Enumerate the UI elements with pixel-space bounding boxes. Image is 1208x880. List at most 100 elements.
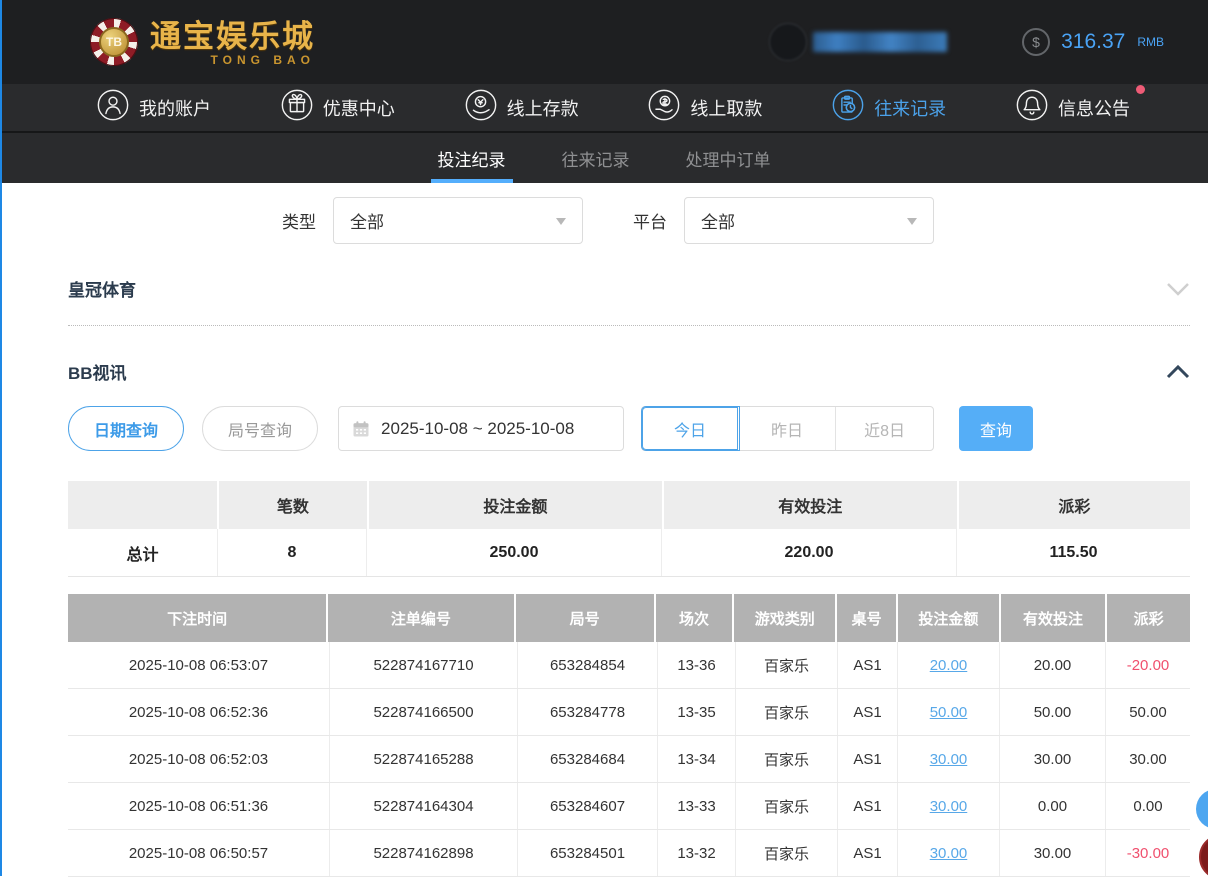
table-cell: AS1 xyxy=(838,642,898,688)
withdraw-icon xyxy=(647,88,681,127)
bell-icon xyxy=(1015,88,1049,127)
tab[interactable]: 投注纪录 xyxy=(438,133,506,183)
table-cell: 30.00 xyxy=(1000,736,1106,782)
bet-amount-link[interactable]: 30.00 xyxy=(930,798,968,815)
table-cell: 30.00 xyxy=(898,736,1000,782)
brand-logo[interactable]: TB 通宝娱乐城 TONG BAO xyxy=(90,18,315,66)
table-cell: 50.00 xyxy=(898,689,1000,735)
user-icon xyxy=(96,88,130,127)
table-row: 2025-10-08 06:50:57522874162898653284501… xyxy=(68,830,1190,877)
table-cell: 653284778 xyxy=(518,689,658,735)
table-cell: 20.00 xyxy=(1000,642,1106,688)
tab[interactable]: 往来记录 xyxy=(562,133,630,183)
quick-date-group: 今日昨日近8日 xyxy=(641,406,934,451)
bets-body: 2025-10-08 06:53:07522874167710653284854… xyxy=(68,642,1190,877)
table-row: 2025-10-08 06:52:03522874165288653284684… xyxy=(68,736,1190,783)
bet-amount-link[interactable]: 30.00 xyxy=(930,751,968,768)
table-cell: 2025-10-08 06:50:57 xyxy=(68,830,330,876)
cell-value: 百家乐 xyxy=(764,702,809,723)
nav-item-label: 线上取款 xyxy=(690,95,762,121)
cell-value: 13-36 xyxy=(677,657,715,674)
quick-date-button[interactable]: 近8日 xyxy=(836,407,933,450)
nav-item[interactable]: 信息公告 xyxy=(1015,88,1130,127)
cell-value: 653284854 xyxy=(550,657,625,674)
summary-cell: 总计 xyxy=(68,529,218,576)
cell-value: 百家乐 xyxy=(764,749,809,770)
cell-value: 2025-10-08 06:52:03 xyxy=(129,751,268,768)
date-range-value: 2025-10-08 ~ 2025-10-08 xyxy=(381,419,574,439)
bets-col-header: 下注时间 xyxy=(68,594,326,642)
summary-col-header: 笔数 xyxy=(219,481,367,529)
bets-table: 下注时间注单编号局号场次游戏类别桌号投注金额有效投注派彩 2025-10-08 … xyxy=(68,594,1190,877)
calendar-icon xyxy=(352,420,370,438)
summary-cell: 8 xyxy=(218,529,367,576)
casino-chip-icon: TB xyxy=(90,18,138,66)
table-cell: 653284854 xyxy=(518,642,658,688)
nav-item[interactable]: 线上取款 xyxy=(647,88,762,127)
payout-value: -30.00 xyxy=(1127,845,1170,862)
nav-item[interactable]: 优惠中心 xyxy=(280,88,395,127)
nav-item-label: 优惠中心 xyxy=(323,95,395,121)
date-range-input[interactable]: 2025-10-08 ~ 2025-10-08 xyxy=(338,406,624,451)
search-button[interactable]: 查询 xyxy=(959,406,1033,451)
platform-filter-label: 平台 xyxy=(633,208,667,233)
summary-col-header: 投注金额 xyxy=(369,481,662,529)
platform-select[interactable]: 全部 xyxy=(684,197,934,244)
tab[interactable]: 处理中订单 xyxy=(686,133,771,183)
deposit-icon xyxy=(464,88,498,127)
table-cell: 0.00 xyxy=(1106,783,1190,829)
table-cell: -30.00 xyxy=(1106,830,1190,876)
cell-value: 13-32 xyxy=(677,845,715,862)
nav-item-label: 往来记录 xyxy=(874,95,946,121)
cell-value: 百家乐 xyxy=(764,796,809,817)
table-cell: 2025-10-08 06:52:36 xyxy=(68,689,330,735)
record-tabs: 投注纪录 往来记录 处理中订单 xyxy=(0,133,1208,183)
cell-value: 522874165288 xyxy=(373,751,473,768)
cell-value: 522874162898 xyxy=(373,845,473,862)
table-cell: 13-35 xyxy=(658,689,736,735)
nav-item[interactable]: 我的账户 xyxy=(96,88,211,127)
summary-cell: 250.00 xyxy=(367,529,662,576)
cell-value: AS1 xyxy=(853,845,881,862)
quick-date-button[interactable]: 今日 xyxy=(642,407,739,450)
type-select-value: 全部 xyxy=(350,208,384,233)
nav-item[interactable]: 线上存款 xyxy=(464,88,579,127)
cell-value: 20.00 xyxy=(1034,657,1072,674)
summary-col-header: 有效投注 xyxy=(664,481,957,529)
section-crown-sports[interactable]: 皇冠体育 xyxy=(68,276,1190,301)
table-cell: AS1 xyxy=(838,783,898,829)
chip-label: TB xyxy=(99,27,129,57)
window-left-edge xyxy=(0,0,2,876)
balance-display[interactable]: $ 316.37 RMB xyxy=(1021,27,1164,57)
bet-amount-link[interactable]: 20.00 xyxy=(930,657,968,674)
date-query-button[interactable]: 日期查询 xyxy=(68,406,184,451)
user-account[interactable] xyxy=(769,23,947,61)
bets-col-header: 注单编号 xyxy=(328,594,513,642)
table-cell: 2025-10-08 06:51:36 xyxy=(68,783,330,829)
cell-value: 522874164304 xyxy=(373,798,473,815)
top-banner: TB 通宝娱乐城 TONG BAO $ 316.37 RMB xyxy=(0,0,1208,84)
table-cell: 30.00 xyxy=(898,783,1000,829)
section-bb-video[interactable]: BB视讯 xyxy=(68,359,1190,384)
dollar-circle-icon: $ xyxy=(1021,27,1051,57)
cell-value: 13-35 xyxy=(677,704,715,721)
table-cell: 百家乐 xyxy=(736,736,838,782)
platform-select-value: 全部 xyxy=(701,208,735,233)
table-cell: 522874162898 xyxy=(330,830,518,876)
table-cell: 0.00 xyxy=(1000,783,1106,829)
table-cell: AS1 xyxy=(838,736,898,782)
chevron-down-icon xyxy=(907,218,917,230)
round-query-button[interactable]: 局号查询 xyxy=(202,406,318,451)
nav-item[interactable]: 往来记录 xyxy=(831,88,946,127)
table-cell: 522874167710 xyxy=(330,642,518,688)
cell-value: 30.00 xyxy=(1034,751,1072,768)
bet-amount-link[interactable]: 30.00 xyxy=(930,845,968,862)
bet-amount-link[interactable]: 50.00 xyxy=(930,704,968,721)
cell-value: AS1 xyxy=(853,798,881,815)
quick-date-button[interactable]: 昨日 xyxy=(739,407,836,450)
chevron-down-icon xyxy=(556,218,566,230)
brand-title: 通宝娱乐城 xyxy=(150,21,315,52)
type-select[interactable]: 全部 xyxy=(333,197,583,244)
table-row: 2025-10-08 06:51:36522874164304653284607… xyxy=(68,783,1190,830)
chevron-down-icon xyxy=(1166,282,1190,296)
